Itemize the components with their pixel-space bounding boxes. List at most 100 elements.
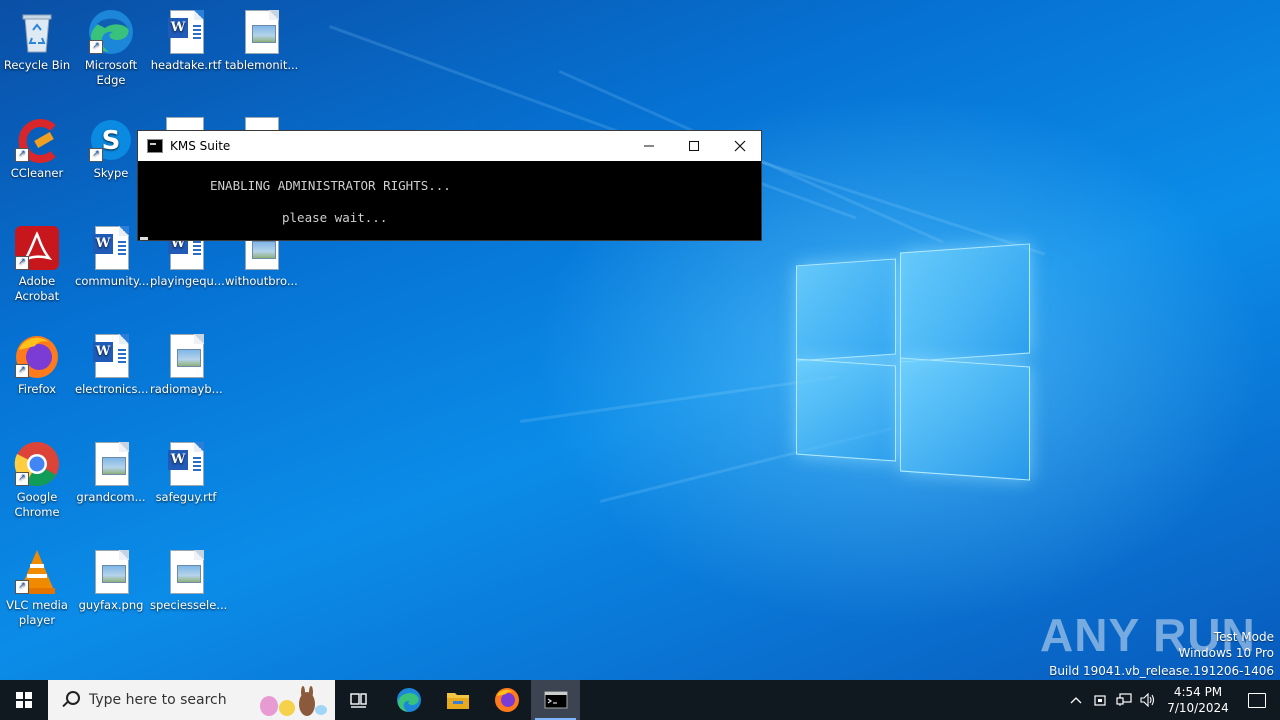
image-file-icon bbox=[237, 8, 285, 56]
task-view-icon bbox=[349, 693, 367, 708]
icon-label: headtake.rtf bbox=[150, 58, 222, 72]
desktop-icon-ccleaner[interactable]: ↗ CCleaner bbox=[1, 116, 73, 181]
taskbar-firefox-button[interactable] bbox=[482, 680, 531, 720]
speaker-icon bbox=[1140, 693, 1155, 707]
console-line: please wait... bbox=[282, 210, 388, 225]
icon-label: Microsoft Edge bbox=[84, 58, 138, 87]
desktop-icon-guyfax-file[interactable]: guyfax.png bbox=[75, 548, 147, 613]
acrobat-icon: ↗ bbox=[13, 224, 61, 272]
desktop-icon-firefox[interactable]: ↗ Firefox bbox=[1, 332, 73, 397]
desktop-icon-grandcom-file[interactable]: grandcom... bbox=[75, 440, 147, 505]
taskbar-file-explorer-button[interactable] bbox=[433, 680, 482, 720]
chevron-up-icon bbox=[1070, 697, 1082, 704]
tray-app-icon[interactable] bbox=[1088, 680, 1112, 720]
icon-label: safeguy.rtf bbox=[155, 490, 217, 504]
icon-label: Google Chrome bbox=[14, 490, 60, 519]
console-cursor bbox=[140, 237, 148, 240]
close-icon bbox=[734, 140, 746, 152]
windows-edition-label: Windows 10 Pro bbox=[1178, 646, 1274, 660]
taskbar: Type here to search 4:54 PM 7/10/2024 bbox=[0, 680, 1280, 720]
volume-button[interactable] bbox=[1136, 680, 1160, 720]
device-icon bbox=[1094, 695, 1106, 706]
edge-icon bbox=[396, 688, 421, 712]
desktop-icon-adobe-acrobat[interactable]: ↗ Adobe Acrobat bbox=[1, 224, 73, 304]
icon-label: Recycle Bin bbox=[3, 58, 71, 72]
minimize-icon bbox=[644, 145, 654, 147]
icon-label: Adobe Acrobat bbox=[14, 274, 60, 303]
word-doc-icon: W bbox=[87, 332, 135, 380]
notification-icon bbox=[1248, 692, 1266, 708]
start-button[interactable] bbox=[0, 680, 48, 720]
icon-label: radiomayb... bbox=[150, 382, 223, 396]
icon-label: withoutbro... bbox=[225, 274, 298, 288]
action-center-button[interactable] bbox=[1234, 680, 1280, 720]
minimize-button[interactable] bbox=[626, 131, 672, 161]
test-mode-label: Test Mode bbox=[1213, 630, 1274, 644]
icon-label: grandcom... bbox=[76, 490, 146, 504]
desktop-icon-electronics-doc[interactable]: W electronics... bbox=[75, 332, 149, 397]
clock-time: 4:54 PM bbox=[1173, 685, 1223, 699]
build-label: Build 19041.vb_release.191206-1406 bbox=[1049, 664, 1274, 678]
taskbar-cmd-button[interactable] bbox=[531, 680, 580, 720]
taskbar-clock[interactable]: 4:54 PM 7/10/2024 bbox=[1166, 684, 1230, 716]
ccleaner-icon: ↗ bbox=[13, 116, 61, 164]
taskbar-edge-button[interactable] bbox=[384, 680, 433, 720]
icon-label: electronics... bbox=[75, 382, 149, 396]
console-output[interactable]: ENABLING ADMINISTRATOR RIGHTS... please … bbox=[138, 161, 761, 240]
desktop-icon-headtake-doc[interactable]: W headtake.rtf bbox=[150, 8, 222, 73]
shortcut-arrow-icon: ↗ bbox=[15, 472, 29, 486]
console-title: KMS Suite bbox=[170, 139, 231, 153]
console-line: ENABLING ADMINISTRATOR RIGHTS... bbox=[210, 178, 451, 193]
shortcut-arrow-icon: ↗ bbox=[89, 40, 103, 54]
firefox-icon bbox=[494, 688, 519, 712]
icon-label: community... bbox=[75, 274, 150, 288]
firefox-icon: ↗ bbox=[13, 332, 61, 380]
windows-logo-wallpaper bbox=[796, 242, 1030, 481]
word-doc-icon: W bbox=[162, 440, 210, 488]
image-file-icon bbox=[87, 440, 135, 488]
console-window[interactable]: KMS Suite ENABLING ADMINISTRATOR RIGHTS.… bbox=[137, 130, 762, 241]
shortcut-arrow-icon: ↗ bbox=[15, 256, 29, 270]
desktop-icon-recycle-bin[interactable]: Recycle Bin bbox=[1, 8, 73, 73]
shortcut-arrow-icon: ↗ bbox=[15, 148, 29, 162]
desktop-icon-radiomayb-file[interactable]: radiomayb... bbox=[150, 332, 223, 397]
icon-label: CCleaner bbox=[10, 166, 64, 180]
vlc-icon: ↗ bbox=[13, 548, 61, 596]
desktop-icon-vlc[interactable]: ↗ VLC media player bbox=[1, 548, 73, 628]
show-hidden-icons-button[interactable] bbox=[1064, 680, 1088, 720]
icon-label: Firefox bbox=[17, 382, 57, 396]
word-doc-icon: W bbox=[87, 224, 135, 272]
skype-icon: S ↗ bbox=[87, 116, 135, 164]
desktop-icon-speciessele-file[interactable]: speciessele... bbox=[150, 548, 228, 613]
maximize-icon bbox=[689, 141, 699, 151]
network-button[interactable] bbox=[1112, 680, 1136, 720]
search-icon bbox=[62, 691, 80, 709]
desktop-icon-microsoft-edge[interactable]: ↗ Microsoft Edge bbox=[75, 8, 147, 88]
shortcut-arrow-icon: ↗ bbox=[15, 364, 29, 378]
word-doc-icon: W bbox=[162, 8, 210, 56]
maximize-button[interactable] bbox=[671, 131, 717, 161]
image-file-icon bbox=[162, 332, 210, 380]
console-icon bbox=[544, 691, 567, 709]
console-titlebar[interactable]: KMS Suite bbox=[138, 131, 761, 161]
search-highlight-icon bbox=[260, 686, 327, 716]
close-button[interactable] bbox=[717, 131, 763, 161]
shortcut-arrow-icon: ↗ bbox=[89, 148, 103, 162]
search-placeholder: Type here to search bbox=[89, 692, 227, 708]
svg-text:S: S bbox=[102, 126, 121, 156]
icon-label: guyfax.png bbox=[78, 598, 144, 612]
desktop-icon-safeguy-doc[interactable]: W safeguy.rtf bbox=[150, 440, 222, 505]
task-view-button[interactable] bbox=[335, 680, 384, 720]
desktop-icon-google-chrome[interactable]: ↗ Google Chrome bbox=[1, 440, 73, 520]
icon-label: VLC media player bbox=[6, 598, 68, 627]
desktop-icon-tablemonit-file[interactable]: tablemonit... bbox=[225, 8, 299, 73]
taskbar-search-box[interactable]: Type here to search bbox=[48, 680, 335, 720]
shortcut-arrow-icon: ↗ bbox=[15, 580, 29, 594]
console-app-icon bbox=[147, 139, 163, 153]
icon-label: tablemonit... bbox=[225, 58, 299, 72]
icon-label: speciessele... bbox=[150, 598, 228, 612]
windows-start-icon bbox=[16, 692, 32, 708]
edge-icon: ↗ bbox=[87, 8, 135, 56]
chrome-icon: ↗ bbox=[13, 440, 61, 488]
clock-date: 7/10/2024 bbox=[1167, 701, 1229, 715]
